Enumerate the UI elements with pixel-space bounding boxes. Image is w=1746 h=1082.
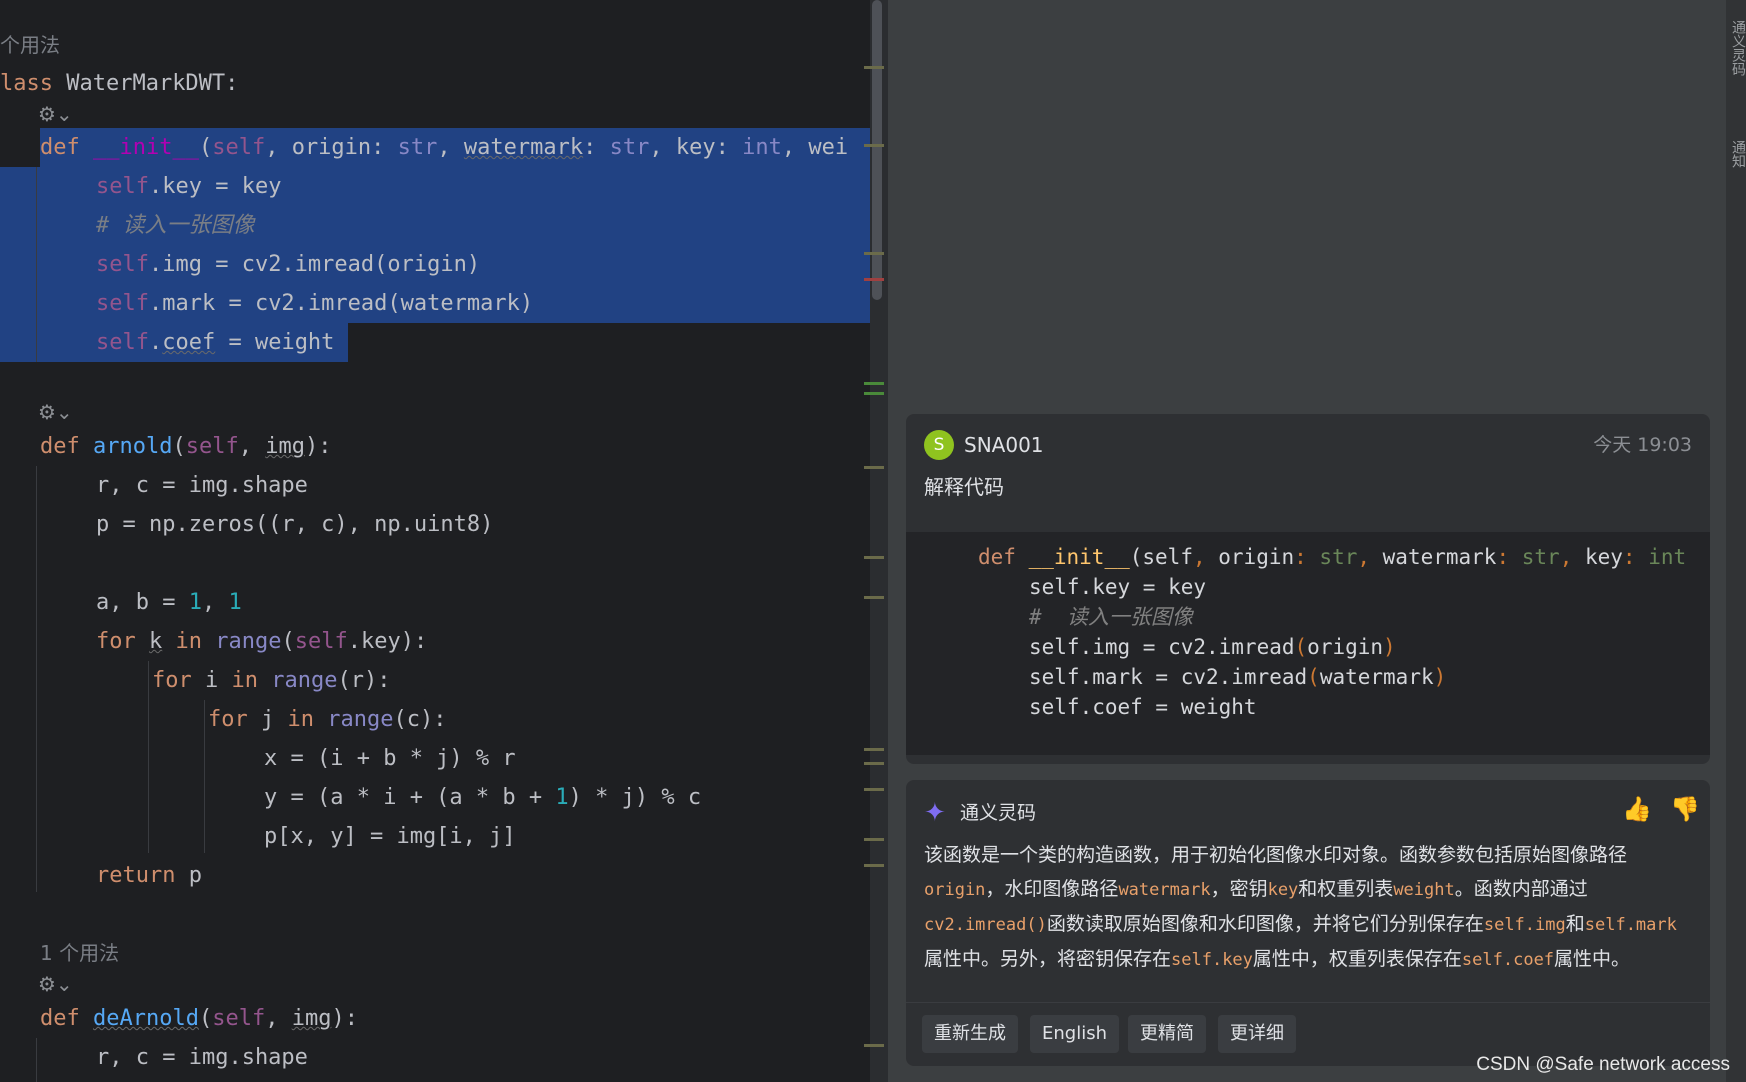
indent-guide bbox=[148, 661, 149, 853]
gutter-mark[interactable] bbox=[864, 838, 884, 841]
indent-guide bbox=[36, 167, 37, 362]
user-name: SNA001 bbox=[964, 433, 1044, 457]
code-line: def arnold(self, img): bbox=[40, 434, 332, 459]
indent-guide bbox=[36, 1038, 37, 1082]
indent-guide bbox=[204, 700, 205, 853]
gutter-mark[interactable] bbox=[864, 1044, 884, 1047]
code-snippet[interactable]: def __init__(self, origin: str, watermar… bbox=[906, 532, 1710, 755]
code-line: y = (a * i + (a * b + 1) * j) % c bbox=[264, 785, 702, 810]
code-line: for i in range(r): bbox=[152, 668, 391, 693]
snippet-line: self.key = key bbox=[1029, 575, 1207, 599]
message-time: 今天 19:03 bbox=[1593, 434, 1692, 456]
gutter-mark[interactable] bbox=[864, 788, 884, 791]
assistant-reply-card: ✦ 通义灵码 👍 👎 该函数是一个类的构造函数，用于初始化图像水印对象。函数参数… bbox=[906, 780, 1710, 1066]
code-line: p[x, y] = img[i, j] bbox=[264, 824, 516, 849]
assistant-name: 通义灵码 bbox=[960, 802, 1037, 824]
user-prompt: 解释代码 bbox=[924, 475, 1004, 499]
ai-action-icon[interactable]: ⚙⌄ bbox=[38, 972, 73, 996]
code-line: for k in range(self.key): bbox=[96, 629, 428, 654]
snippet-line: def __init__(self, origin: str, watermar… bbox=[978, 545, 1687, 569]
tongyi-logo-icon: ✦ bbox=[924, 798, 946, 828]
code-line: r, c = img.shape bbox=[96, 473, 308, 498]
code-line: def __init__(self, origin: str, watermar… bbox=[40, 135, 849, 160]
ai-action-icon[interactable]: ⚙⌄ bbox=[38, 102, 73, 126]
code-editor[interactable]: 个用法 lass WaterMarkDWT: ⚙⌄ def __init__(s… bbox=[0, 0, 884, 1082]
thumb-up-icon[interactable]: 👍 bbox=[1622, 794, 1652, 824]
gutter-mark-error[interactable] bbox=[864, 278, 884, 281]
usage-hint[interactable]: 个用法 bbox=[0, 30, 60, 60]
scroll-thumb[interactable] bbox=[872, 0, 882, 300]
assistant-answer: 该函数是一个类的构造函数，用于初始化图像水印对象。函数参数包括原始图像路径ori… bbox=[924, 844, 1677, 970]
ai-action-icon[interactable]: ⚙⌄ bbox=[38, 400, 73, 424]
snippet-line: # 读入一张图像 bbox=[1029, 605, 1193, 629]
usage-hint[interactable]: 1 个用法 bbox=[40, 938, 119, 968]
code-line: self.img = cv2.imread(origin) bbox=[96, 252, 481, 277]
code-line: self.mark = cv2.imread(watermark) bbox=[96, 291, 534, 316]
snippet-line: self.coef = weight bbox=[1029, 695, 1257, 719]
code-line: lass WaterMarkDWT: bbox=[0, 71, 239, 96]
avatar: S bbox=[924, 430, 954, 460]
gutter-mark[interactable] bbox=[864, 66, 884, 69]
code-line: p = np.zeros((r, c), np.uint8) bbox=[96, 512, 494, 537]
gutter-mark[interactable] bbox=[864, 556, 884, 559]
gutter-mark[interactable] bbox=[864, 466, 884, 469]
code-line: r, c = img.shape bbox=[96, 1045, 308, 1070]
gutter-mark-change[interactable] bbox=[864, 382, 884, 385]
csdn-watermark: CSDN @Safe network access bbox=[1476, 1054, 1730, 1075]
english-button[interactable]: English bbox=[1030, 1015, 1119, 1053]
more-detailed-button[interactable]: 更详细 bbox=[1218, 1015, 1296, 1053]
code-line: def deArnold(self, img): bbox=[40, 1006, 358, 1031]
regenerate-button[interactable]: 重新生成 bbox=[922, 1015, 1018, 1053]
user-message-card: S SNA001 今天 19:03 解释代码 def __init__(self… bbox=[906, 414, 1710, 764]
right-tool-strip: 通义灵码 通知 bbox=[1726, 0, 1746, 1082]
sidebar-tab-tongyi[interactable]: 通义灵码 bbox=[1728, 20, 1746, 76]
gutter-mark[interactable] bbox=[864, 596, 884, 599]
code-line: for j in range(c): bbox=[208, 707, 447, 732]
more-concise-button[interactable]: 更精简 bbox=[1128, 1015, 1206, 1053]
code-line: return p bbox=[96, 863, 202, 888]
code-line: # 读入一张图像 bbox=[96, 213, 255, 238]
snippet-line: self.mark = cv2.imread(watermark) bbox=[1029, 665, 1447, 689]
gutter-mark[interactable] bbox=[864, 748, 884, 751]
code-line: x = (i + b * j) % r bbox=[264, 746, 516, 771]
gutter-mark[interactable] bbox=[864, 864, 884, 867]
sidebar-tab-notifications[interactable]: 通知 bbox=[1728, 140, 1746, 168]
code-line: self.coef = weight bbox=[96, 330, 335, 355]
thumb-down-icon[interactable]: 👎 bbox=[1670, 794, 1700, 824]
snippet-line: self.img = cv2.imread(origin) bbox=[1029, 635, 1396, 659]
gutter-mark[interactable] bbox=[864, 144, 884, 147]
code-line: a, b = 1, 1 bbox=[96, 590, 242, 615]
gutter-mark-change[interactable] bbox=[864, 392, 884, 395]
code-line: self.key = key bbox=[96, 174, 282, 199]
gutter-mark[interactable] bbox=[864, 252, 884, 255]
editor-scrollbar[interactable] bbox=[870, 0, 884, 1082]
gutter-mark[interactable] bbox=[864, 762, 884, 765]
indent-guide bbox=[36, 466, 37, 892]
